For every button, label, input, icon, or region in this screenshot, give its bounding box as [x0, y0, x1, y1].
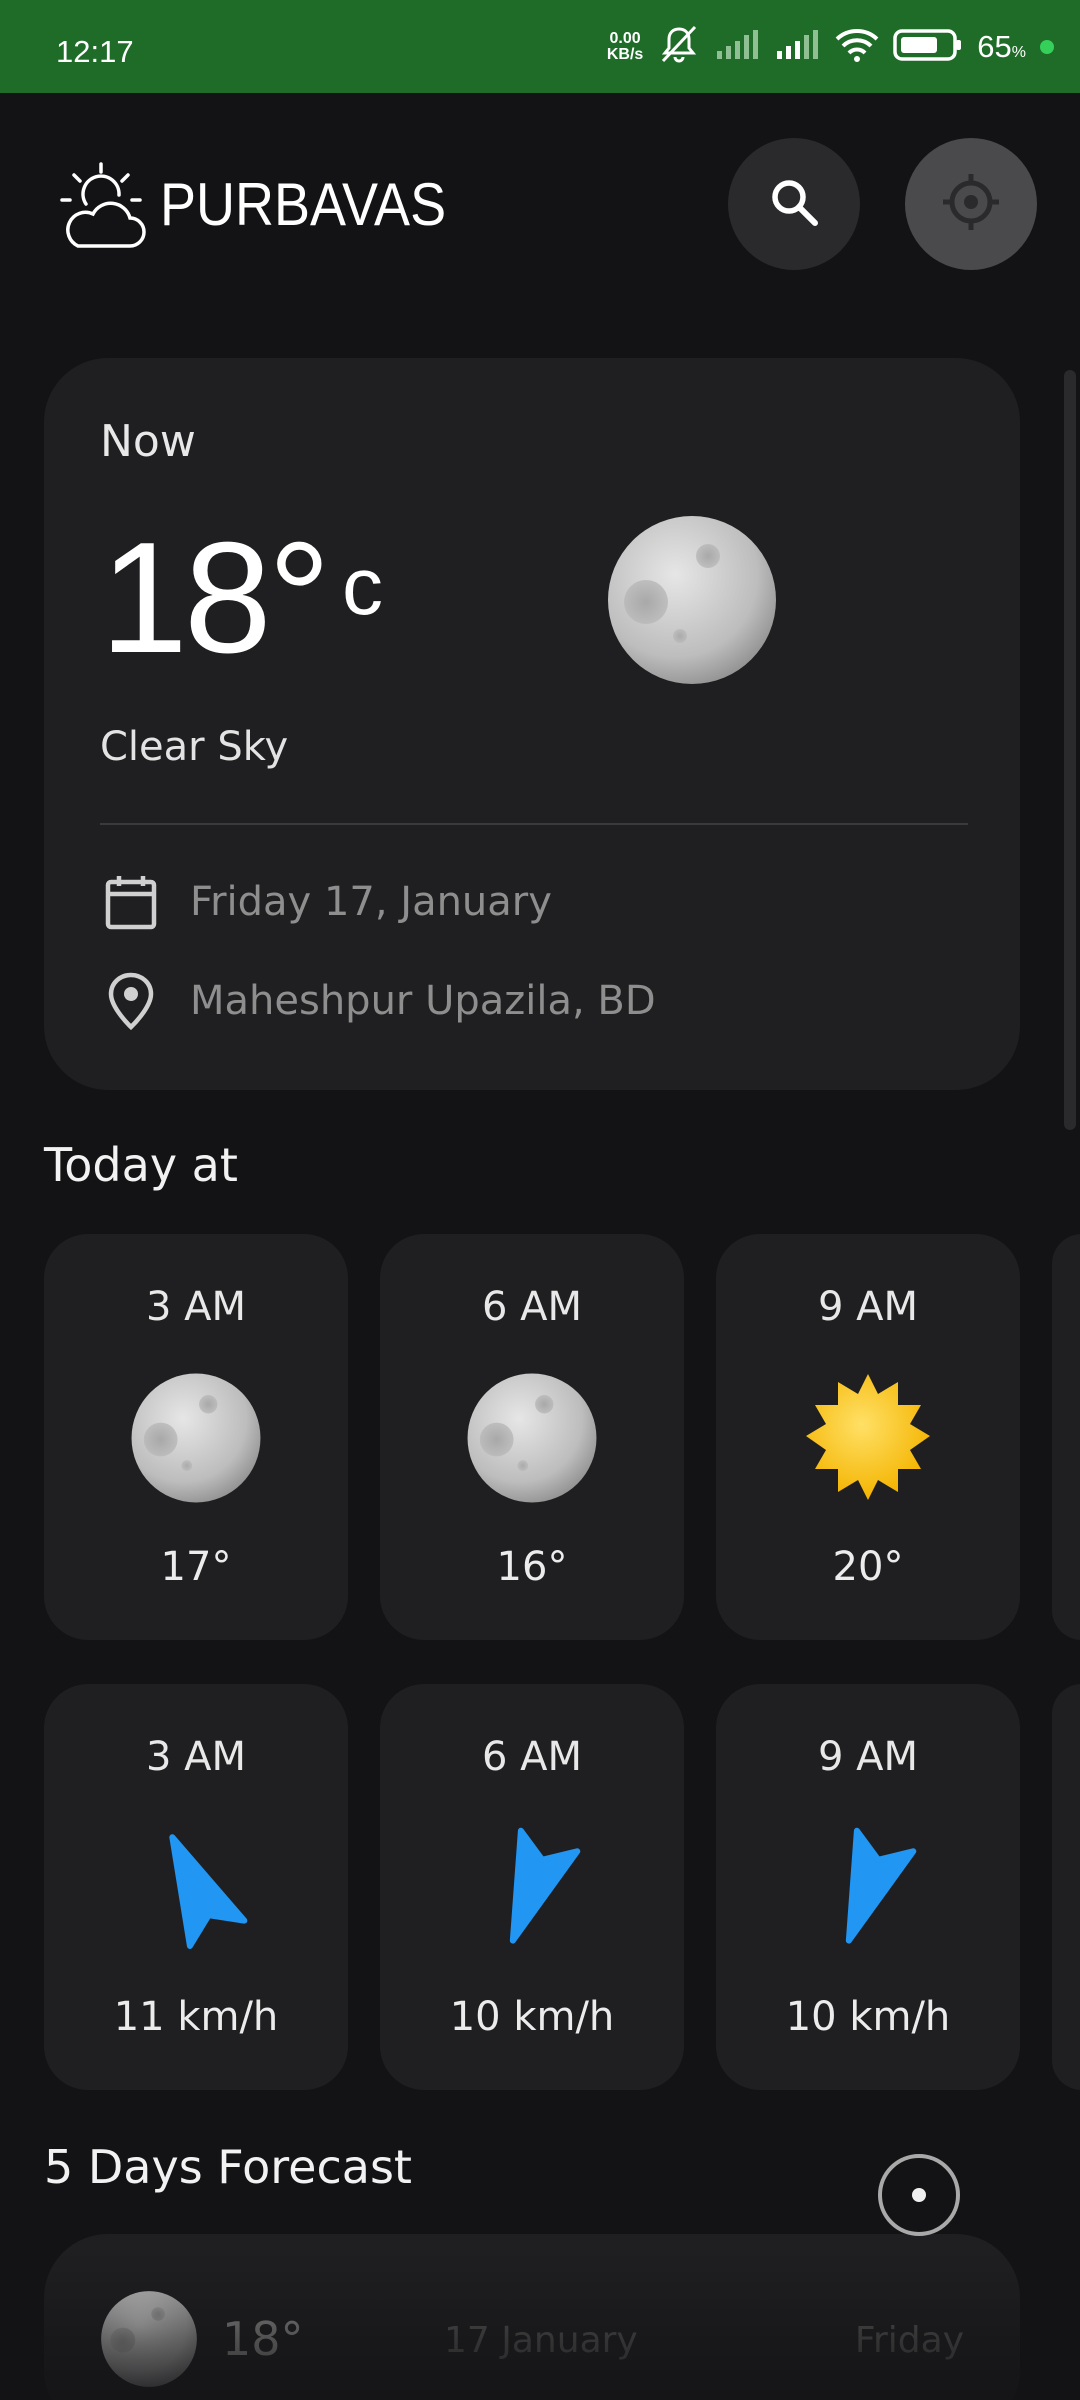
signal-icon	[775, 29, 821, 65]
today-section-title: Today at	[44, 1138, 238, 1192]
location-pin-icon	[100, 970, 162, 1032]
calendar-icon	[100, 871, 162, 933]
hour-time: 9 AM	[817, 1284, 919, 1330]
current-weather-card: Now 18° c Clear Sky Friday 17, January M…	[44, 358, 1020, 1090]
network-speed-unit: KB/s	[606, 46, 644, 63]
network-speed-value: 0.00	[609, 30, 641, 47]
hour-temperature: 17°	[160, 1544, 232, 1590]
forecast-day: Friday	[854, 2320, 964, 2361]
partly-cloudy-icon	[56, 160, 152, 252]
hourly-temp-card: 3 AM 17°	[44, 1234, 348, 1640]
forecast-date: 17 January	[444, 2320, 638, 2361]
wind-direction-icon	[802, 1822, 934, 1954]
wind-direction-icon	[130, 1822, 262, 1954]
forecast-card: 18° 17 January Friday	[44, 2234, 1020, 2400]
now-label: Now	[100, 416, 196, 467]
status-bar: 12:17 0.00 KB/s 65%	[0, 0, 1080, 93]
mute-bell-icon	[657, 25, 701, 69]
current-temperature: 18°	[100, 510, 331, 686]
current-date: Friday 17, January	[190, 879, 552, 925]
app-title: PURBAVAS	[160, 171, 447, 238]
scroll-indicator-button[interactable]	[878, 2154, 960, 2236]
hourly-temp-card: 6 AM 16°	[380, 1234, 684, 1640]
network-speed: 0.00 KB/s	[607, 31, 643, 63]
battery-percent-symbol: %	[1011, 44, 1026, 61]
hour-time: 9 AM	[817, 1734, 919, 1780]
hour-temperature: 20°	[832, 1544, 904, 1590]
wind-speed: 10 km/h	[449, 1994, 615, 2040]
signal-icon	[715, 29, 761, 65]
moon-icon	[606, 514, 778, 686]
hour-time: 6 AM	[481, 1734, 583, 1780]
search-button[interactable]	[728, 138, 860, 270]
moon-icon	[130, 1372, 262, 1504]
temperature-unit: c	[342, 541, 383, 632]
current-location-button[interactable]	[905, 138, 1037, 270]
charging-dot	[1040, 40, 1054, 54]
battery-icon	[893, 28, 963, 66]
moon-icon	[100, 2290, 198, 2388]
location-row: Maheshpur Upazila, BD	[100, 970, 656, 1032]
hour-time: 3 AM	[145, 1284, 247, 1330]
current-location: Maheshpur Upazila, BD	[190, 978, 656, 1024]
divider	[100, 823, 968, 825]
hourly-wind-card: 9 AM 10 km/h	[716, 1684, 1020, 2090]
battery-percent-value: 65	[977, 29, 1012, 64]
status-time: 12:17	[56, 34, 134, 69]
hour-temperature: 16°	[496, 1544, 568, 1590]
wind-direction-icon	[466, 1822, 598, 1954]
hourly-wind-card: 3 AM 11 km/h	[44, 1684, 348, 2090]
date-row: Friday 17, January	[100, 871, 552, 933]
battery-percent: 65%	[977, 29, 1026, 65]
dot-icon	[912, 2188, 926, 2202]
forecast-temperature: 18°	[222, 2312, 304, 2366]
hour-time: 6 AM	[481, 1284, 583, 1330]
wind-speed: 10 km/h	[785, 1994, 951, 2040]
weather-condition: Clear Sky	[100, 724, 289, 770]
scrollbar[interactable]	[1064, 370, 1076, 1130]
hour-time: 3 AM	[145, 1734, 247, 1780]
hourly-temp-card: 9 AM 20°	[716, 1234, 1020, 1640]
sun-icon	[802, 1372, 934, 1504]
hourly-wind-card-partial	[1052, 1684, 1080, 2090]
wifi-icon	[835, 28, 879, 66]
current-location-icon	[940, 171, 1002, 237]
search-icon	[767, 175, 821, 233]
wind-speed: 11 km/h	[113, 1994, 279, 2040]
forecast-section-title: 5 Days Forecast	[44, 2140, 412, 2194]
hourly-wind-card: 6 AM 10 km/h	[380, 1684, 684, 2090]
status-icons: 0.00 KB/s 65%	[607, 24, 1054, 70]
moon-icon	[466, 1372, 598, 1504]
hourly-temp-card-partial	[1052, 1234, 1080, 1640]
